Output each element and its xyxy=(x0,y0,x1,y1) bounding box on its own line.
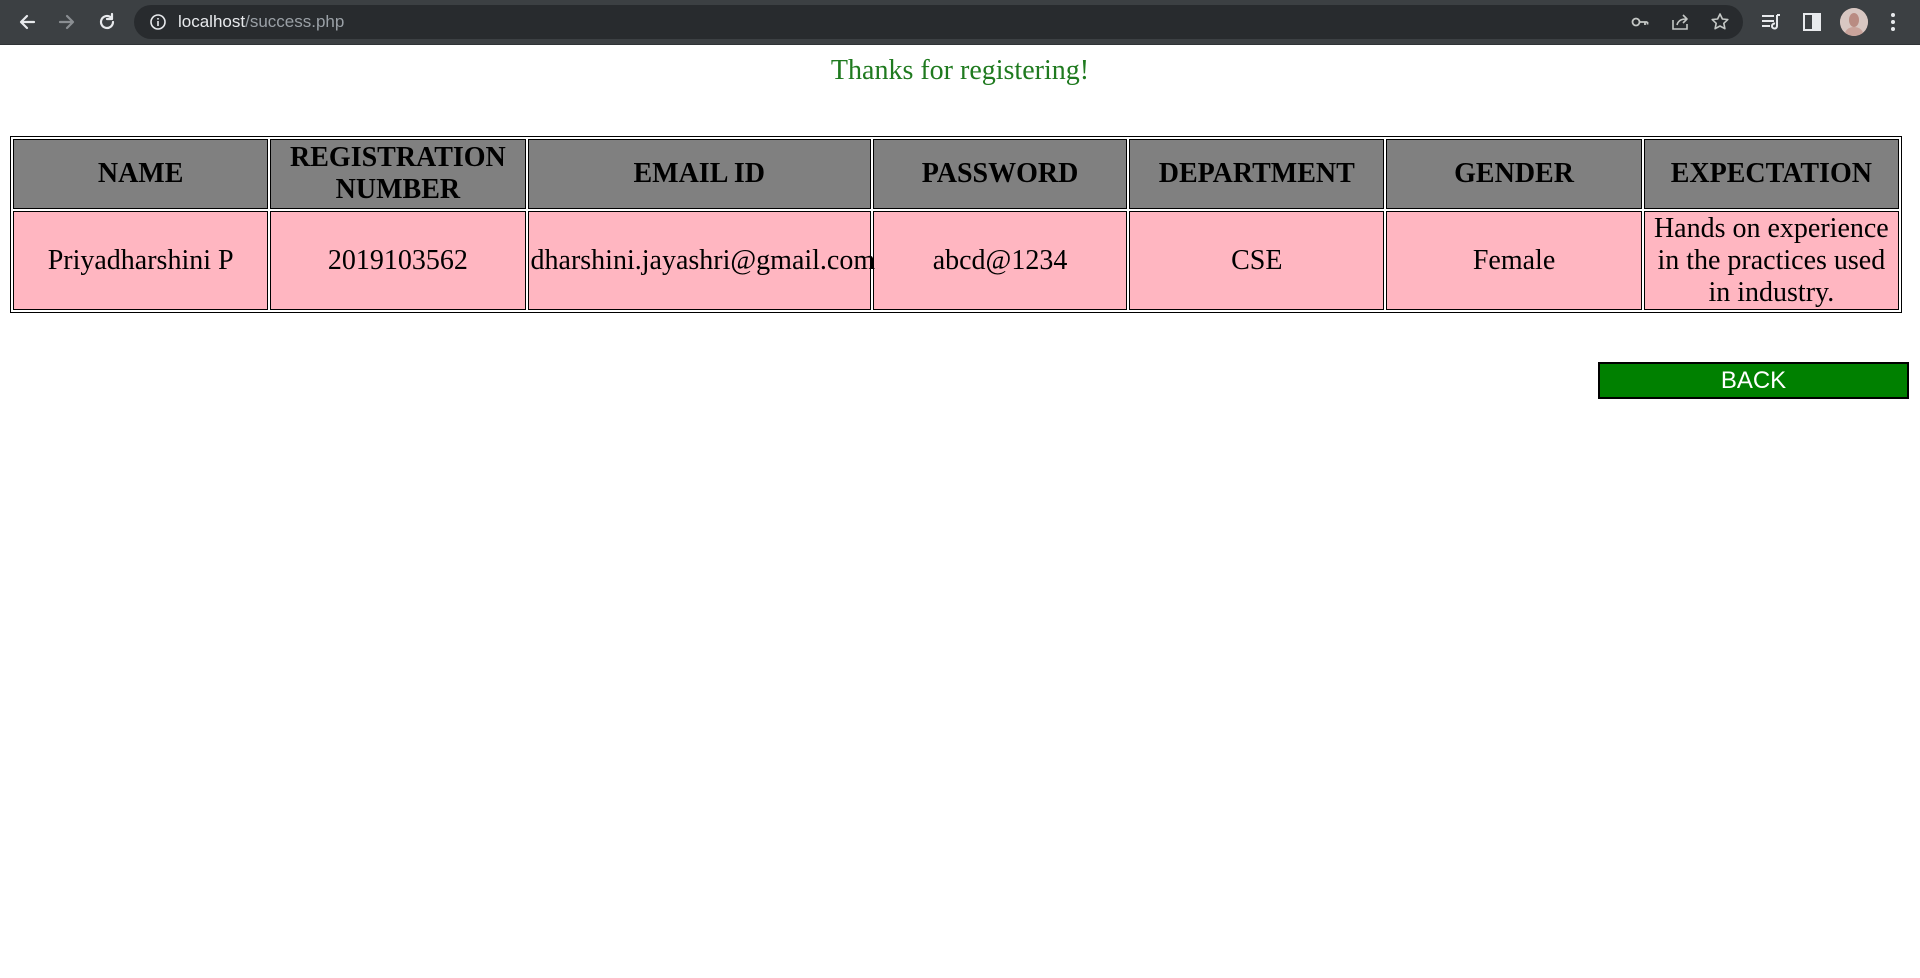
header-email-id: EMAIL ID xyxy=(527,139,871,209)
key-icon[interactable] xyxy=(1630,12,1650,32)
cell-expectation: Hands on experience in the practices use… xyxy=(1643,211,1899,310)
url-text[interactable]: localhost/success.php xyxy=(178,5,344,39)
cell-department: CSE xyxy=(1129,211,1385,310)
url-path: /success.php xyxy=(245,12,345,31)
back-arrow-icon[interactable] xyxy=(12,7,42,37)
site-info-icon[interactable] xyxy=(149,13,167,31)
header-expectation: EXPECTATION xyxy=(1643,139,1899,209)
star-bookmark-icon[interactable] xyxy=(1710,12,1730,32)
table-header-row: NAME REGISTRATION NUMBER EMAIL ID PASSWO… xyxy=(13,139,1899,209)
profile-avatar[interactable] xyxy=(1840,8,1868,36)
reload-icon[interactable] xyxy=(92,7,122,37)
header-password: PASSWORD xyxy=(872,139,1128,209)
success-message: Thanks for registering! xyxy=(830,55,1090,86)
forward-arrow-icon[interactable] xyxy=(52,7,82,37)
back-button[interactable]: BACK xyxy=(1598,362,1909,399)
cell-email-id: dharshini.jayashri@gmail.com xyxy=(527,211,875,310)
header-department: DEPARTMENT xyxy=(1129,139,1385,209)
table-row: Priyadharshini P 2019103562 dharshini.ja… xyxy=(13,211,1899,310)
browser-toolbar: localhost/success.php xyxy=(0,0,1920,45)
cell-password: abcd@1234 xyxy=(872,211,1128,310)
side-panel-icon[interactable] xyxy=(1801,11,1823,33)
header-registration-number: REGISTRATION NUMBER xyxy=(270,139,526,209)
header-name: NAME xyxy=(13,139,269,209)
address-bar[interactable]: localhost/success.php xyxy=(134,5,1743,39)
more-menu-icon[interactable] xyxy=(1882,11,1904,33)
share-icon[interactable] xyxy=(1670,12,1690,32)
header-gender: GENDER xyxy=(1386,139,1642,209)
cell-registration-number: 2019103562 xyxy=(270,211,526,310)
cell-name: Priyadharshini P xyxy=(13,211,269,310)
registration-table: NAME REGISTRATION NUMBER EMAIL ID PASSWO… xyxy=(10,136,1902,313)
url-host: localhost xyxy=(178,12,246,31)
reading-list-icon[interactable] xyxy=(1760,11,1782,33)
cell-gender: Female xyxy=(1386,211,1642,310)
page-content: Thanks for registering! NAME REGISTRATIO… xyxy=(0,45,1920,978)
